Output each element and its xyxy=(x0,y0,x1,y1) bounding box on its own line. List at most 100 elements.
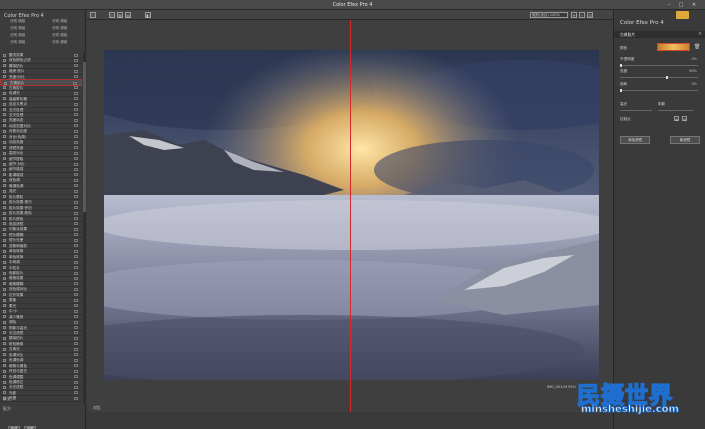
strength-slider-thumb[interactable] xyxy=(620,64,622,67)
filter-star-icon[interactable] xyxy=(74,238,78,242)
filter-star-icon[interactable] xyxy=(74,75,78,79)
zoom-select[interactable]: 缩放(适合) 100% xyxy=(530,12,568,18)
favorite-checkbox[interactable] xyxy=(3,167,6,171)
filter-star-icon[interactable] xyxy=(74,58,78,62)
filter-star-icon[interactable] xyxy=(74,266,78,270)
filter-star-icon[interactable] xyxy=(74,140,78,144)
filter-star-icon[interactable] xyxy=(74,233,78,237)
favorite-checkbox[interactable] xyxy=(3,315,6,319)
favorite-checkbox[interactable] xyxy=(3,217,6,220)
favorite-checkbox[interactable] xyxy=(3,336,6,340)
filter-list-scrollbar[interactable] xyxy=(83,52,86,404)
filter-star-icon[interactable] xyxy=(74,331,78,335)
saturation-slider-thumb[interactable] xyxy=(620,89,622,92)
favorite-checkbox[interactable] xyxy=(3,238,6,242)
favorite-checkbox[interactable] xyxy=(3,102,6,106)
filter-star-icon[interactable] xyxy=(74,304,78,308)
favorite-checkbox[interactable] xyxy=(3,91,6,95)
filter-star-icon[interactable] xyxy=(74,97,78,101)
favorite-checkbox[interactable] xyxy=(3,293,6,297)
favorite-checkbox[interactable] xyxy=(3,326,6,329)
favorite-checkbox[interactable] xyxy=(3,331,6,335)
favorite-checkbox[interactable] xyxy=(3,69,6,73)
color-swatch[interactable] xyxy=(657,43,690,51)
favorite-checkbox[interactable] xyxy=(3,162,6,166)
favorite-checkbox[interactable] xyxy=(3,353,6,357)
favorite-checkbox[interactable] xyxy=(3,391,6,395)
favorite-checkbox[interactable] xyxy=(3,233,6,237)
favorite-item[interactable]: 分别 调组 xyxy=(52,40,67,45)
filter-star-icon[interactable] xyxy=(74,380,78,384)
favorite-checkbox[interactable] xyxy=(3,146,6,150)
favorite-checkbox[interactable] xyxy=(3,206,6,210)
favorite-checkbox[interactable] xyxy=(3,249,6,253)
filter-star-icon[interactable] xyxy=(74,184,78,188)
filter-star-icon[interactable] xyxy=(74,108,78,111)
filter-star-icon[interactable] xyxy=(74,358,78,362)
add-filter-button[interactable]: 添加滤镜 xyxy=(620,136,650,144)
minimize-icon[interactable]: – xyxy=(665,2,673,8)
filter-star-icon[interactable] xyxy=(74,391,78,395)
maximize-icon[interactable]: □ xyxy=(677,2,685,8)
favorite-checkbox[interactable] xyxy=(3,118,6,122)
filter-star-icon[interactable] xyxy=(74,64,78,68)
filter-star-icon[interactable] xyxy=(74,53,78,57)
filter-star-icon[interactable] xyxy=(74,129,78,133)
favorite-checkbox[interactable] xyxy=(3,140,6,144)
favorite-checkbox[interactable] xyxy=(3,113,6,117)
favorite-checkbox[interactable] xyxy=(3,380,6,384)
background-color-icon[interactable]: ◧ xyxy=(145,12,151,18)
filter-star-icon[interactable] xyxy=(74,375,78,379)
favorite-item[interactable]: 分别 调组 xyxy=(10,33,25,38)
fit-icon[interactable]: ⊡ xyxy=(587,12,593,18)
filter-star-icon[interactable] xyxy=(74,369,78,373)
filter-star-icon[interactable] xyxy=(74,385,78,389)
favorite-item[interactable]: 分别 调组 xyxy=(10,26,25,31)
brightness-slider-thumb[interactable] xyxy=(665,76,668,79)
filter-star-icon[interactable] xyxy=(74,276,78,280)
favorite-checkbox[interactable] xyxy=(3,184,6,188)
filter-star-icon[interactable] xyxy=(74,293,78,297)
filter-star-icon[interactable] xyxy=(74,189,78,193)
favorite-item[interactable]: 分别 调组 xyxy=(52,26,67,31)
favorite-checkbox[interactable] xyxy=(3,178,6,182)
favorite-checkbox[interactable] xyxy=(3,244,6,248)
filter-star-icon[interactable] xyxy=(74,298,78,302)
favorite-checkbox[interactable] xyxy=(3,227,6,231)
strength-slider[interactable] xyxy=(620,64,698,67)
favorite-checkbox[interactable] xyxy=(3,364,6,368)
remove-filter-icon[interactable]: × xyxy=(698,31,702,37)
favorite-checkbox[interactable] xyxy=(3,266,6,270)
filter-star-icon[interactable] xyxy=(74,271,78,275)
remove-control-point-icon[interactable]: ⊖ xyxy=(682,116,687,122)
close-icon[interactable]: × xyxy=(690,2,698,8)
filter-star-icon[interactable] xyxy=(74,260,78,264)
favorite-item[interactable]: 分别 调组 xyxy=(10,19,25,24)
zoom-in-icon[interactable]: + xyxy=(571,12,577,18)
filter-star-icon[interactable] xyxy=(74,113,78,117)
filter-section-header[interactable]: 古典胶片 × xyxy=(614,31,705,38)
mirror-view-icon[interactable]: ▤ xyxy=(125,12,131,18)
filter-star-icon[interactable] xyxy=(74,309,78,313)
favorite-checkbox[interactable] xyxy=(3,369,6,373)
single-view-icon[interactable]: ▢ xyxy=(90,12,96,18)
filter-star-icon[interactable] xyxy=(74,118,78,122)
filter-star-icon[interactable] xyxy=(74,336,78,340)
favorite-checkbox[interactable] xyxy=(3,173,6,177)
filter-star-icon[interactable] xyxy=(74,315,78,319)
filter-star-icon[interactable] xyxy=(74,124,78,128)
filter-star-icon[interactable] xyxy=(74,102,78,106)
new-filter-button[interactable]: 新滤镜 xyxy=(670,136,700,144)
favorite-checkbox[interactable] xyxy=(3,129,6,133)
filter-star-icon[interactable] xyxy=(74,91,78,95)
shadows-slider[interactable] xyxy=(658,110,694,111)
filter-star-icon[interactable] xyxy=(74,244,78,248)
filter-star-icon[interactable] xyxy=(74,135,78,139)
favorite-checkbox[interactable] xyxy=(3,97,6,101)
filter-star-icon[interactable] xyxy=(74,287,78,291)
favorite-checkbox[interactable] xyxy=(3,64,6,68)
filter-star-icon[interactable] xyxy=(74,249,78,253)
split-preview-line[interactable] xyxy=(350,20,351,412)
favorite-checkbox[interactable] xyxy=(3,53,6,57)
filter-star-icon[interactable] xyxy=(74,342,78,346)
